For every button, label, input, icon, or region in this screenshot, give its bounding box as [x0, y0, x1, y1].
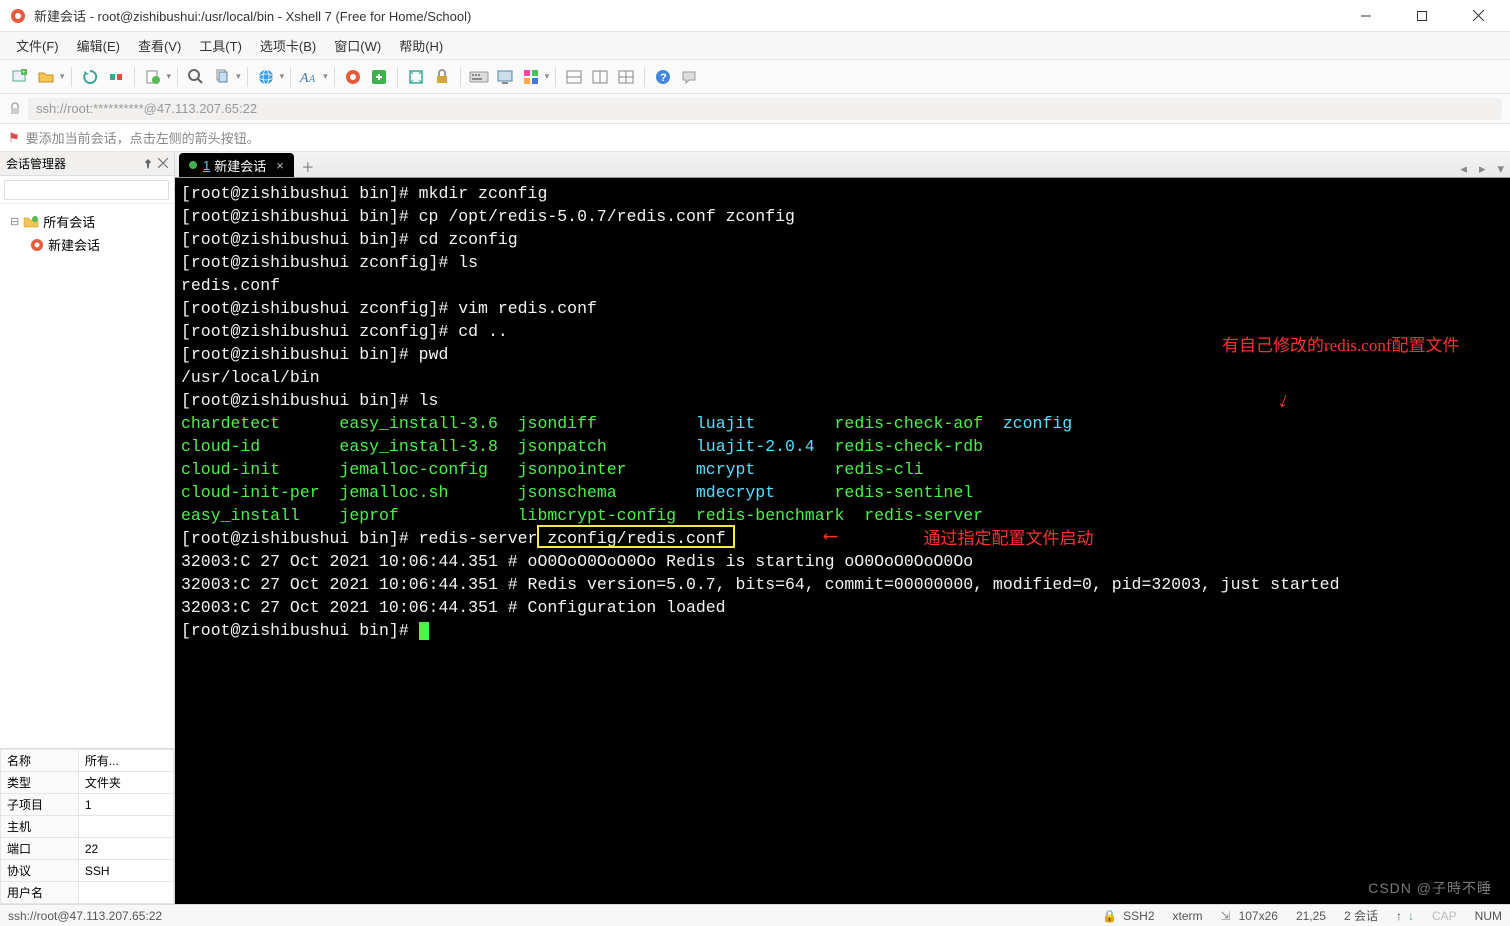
session-icon [30, 238, 44, 252]
annotation-text-2: 通过指定配置文件启动 [924, 527, 1094, 550]
tab-index: 1 [203, 158, 210, 173]
prop-row: 协议SSH [1, 860, 174, 882]
menu-window[interactable]: 窗口(W) [326, 33, 389, 58]
new-session-icon[interactable]: + [8, 65, 32, 89]
status-cap: CAP [1432, 909, 1457, 923]
tab-active[interactable]: 1 新建会话 × [179, 153, 294, 177]
menu-help[interactable]: 帮助(H) [391, 33, 451, 58]
app-icon [10, 8, 26, 24]
xftp-icon[interactable] [367, 65, 391, 89]
menubar: 文件(F) 编辑(E) 查看(V) 工具(T) 选项卡(B) 窗口(W) 帮助(… [0, 32, 1510, 60]
prop-row: 子项目1 [1, 794, 174, 816]
globe-icon[interactable] [254, 65, 278, 89]
pin-icon[interactable] [142, 158, 154, 170]
grid-icon[interactable] [519, 65, 543, 89]
xshell-icon[interactable] [341, 65, 365, 89]
tree-root-label: 所有会话 [43, 212, 95, 231]
tree-root[interactable]: ⊟ 所有会话 [4, 210, 170, 233]
disconnect-icon[interactable] [104, 65, 128, 89]
chat-icon[interactable] [677, 65, 701, 89]
session-tree: ⊟ 所有会话 新建会话 [0, 204, 174, 748]
menu-tools[interactable]: 工具(T) [191, 33, 250, 58]
prop-row: 类型文件夹 [1, 772, 174, 794]
tab-close-icon[interactable]: × [276, 158, 284, 173]
svg-text:+: + [22, 70, 26, 76]
reconnect-icon[interactable] [78, 65, 102, 89]
prop-row: 主机 [1, 816, 174, 838]
tab-strip: 1 新建会话 × ＋ ◂ ▸ ▾ [175, 152, 1510, 178]
window-title: 新建会话 - root@zishibushui:/usr/local/bin -… [34, 6, 1352, 25]
titlebar: 新建会话 - root@zishibushui:/usr/local/bin -… [0, 0, 1510, 32]
sidebar-header: 会话管理器 [0, 152, 174, 176]
menu-tab[interactable]: 选项卡(B) [252, 33, 324, 58]
flag-icon: ⚑ [8, 130, 20, 146]
status-term: xterm [1173, 909, 1203, 923]
minimize-button[interactable] [1352, 2, 1380, 30]
svg-text:?: ? [660, 72, 667, 84]
tree-child[interactable]: 新建会话 [4, 233, 170, 256]
tab-menu-icon[interactable]: ▾ [1491, 161, 1510, 177]
close-panel-icon[interactable] [158, 158, 168, 170]
lock-small-icon [8, 102, 22, 116]
copy-icon[interactable] [210, 65, 234, 89]
search-icon[interactable] [184, 65, 208, 89]
statusbar: ssh://root@47.113.207.65:22 🔒SSH2 xterm … [0, 904, 1510, 926]
tree-child-label: 新建会话 [48, 235, 100, 254]
prop-row: 名称所有... [1, 750, 174, 772]
prop-row: 端口22 [1, 838, 174, 860]
status-num: NUM [1475, 909, 1502, 923]
help-icon[interactable]: ? [651, 65, 675, 89]
status-proto: 🔒SSH2 [1102, 909, 1154, 923]
status-conn-icon: ↑↓ [1396, 909, 1414, 923]
status-cursor: 21,25 [1296, 909, 1326, 923]
highlight-box [537, 525, 735, 548]
split-v-icon[interactable] [588, 65, 612, 89]
svg-text:A: A [299, 71, 309, 86]
status-path: ssh://root@47.113.207.65:22 [8, 909, 162, 923]
maximize-button[interactable] [1408, 2, 1436, 30]
profile-icon[interactable] [141, 65, 165, 89]
address-field[interactable]: ssh://root:**********@47.113.207.65:22 [28, 98, 1502, 120]
menu-view[interactable]: 查看(V) [130, 33, 189, 58]
status-size: ⇲107x26 [1221, 909, 1278, 923]
annotation-arrow-2-icon: ⟵ [825, 526, 837, 549]
connected-dot-icon [189, 161, 197, 169]
status-sessions: 2 会话 [1344, 907, 1378, 924]
font-icon[interactable]: AA [297, 65, 321, 89]
watermark: CSDN @子時不睡 [1368, 878, 1492, 898]
folder-icon [23, 215, 39, 229]
annotation-text-1: 有自己修改的redis.conf配置文件 [1222, 333, 1502, 359]
tab-nav-left-icon[interactable]: ◂ [1454, 161, 1473, 177]
address-bar: ssh://root:**********@47.113.207.65:22 [0, 94, 1510, 124]
properties-panel: 名称所有... 类型文件夹 子项目1 主机 端口22 协议SSH 用户名 [0, 748, 174, 904]
terminal[interactable]: [root@zishibushui bin]# mkdir zconfig[ro… [175, 178, 1510, 904]
toolbar: + ▾ ▾ ▾ ▾ AA ▾ ▾ ? [0, 60, 1510, 94]
sidebar: 会话管理器 ⊟ 所有会话 新建会话 名称所有... 类型文件夹 [0, 152, 175, 904]
close-button[interactable] [1464, 2, 1492, 30]
hint-bar: ⚑ 要添加当前会话，点击左侧的箭头按钮。 [0, 124, 1510, 152]
lock-status-icon: 🔒 [1102, 909, 1117, 923]
prop-row: 用户名 [1, 882, 174, 904]
split-h-icon[interactable] [562, 65, 586, 89]
keyboard-icon[interactable] [467, 65, 491, 89]
open-folder-icon[interactable] [34, 65, 58, 89]
tab-nav-right-icon[interactable]: ▸ [1473, 161, 1492, 177]
svg-text:A: A [308, 74, 316, 85]
menu-edit[interactable]: 编辑(E) [69, 33, 128, 58]
tab-label: 新建会话 [214, 156, 266, 175]
hint-text: 要添加当前会话，点击左侧的箭头按钮。 [26, 128, 260, 147]
main-area: 1 新建会话 × ＋ ◂ ▸ ▾ [root@zishibushui bin]#… [175, 152, 1510, 904]
fullscreen-icon[interactable] [404, 65, 428, 89]
search-input[interactable] [4, 180, 169, 200]
collapse-icon[interactable]: ⊟ [10, 215, 19, 228]
sidebar-title: 会话管理器 [6, 155, 66, 172]
split-grid-icon[interactable] [614, 65, 638, 89]
menu-file[interactable]: 文件(F) [8, 33, 67, 58]
monitor-icon[interactable] [493, 65, 517, 89]
lock-icon[interactable] [430, 65, 454, 89]
add-tab-button[interactable]: ＋ [296, 155, 320, 177]
